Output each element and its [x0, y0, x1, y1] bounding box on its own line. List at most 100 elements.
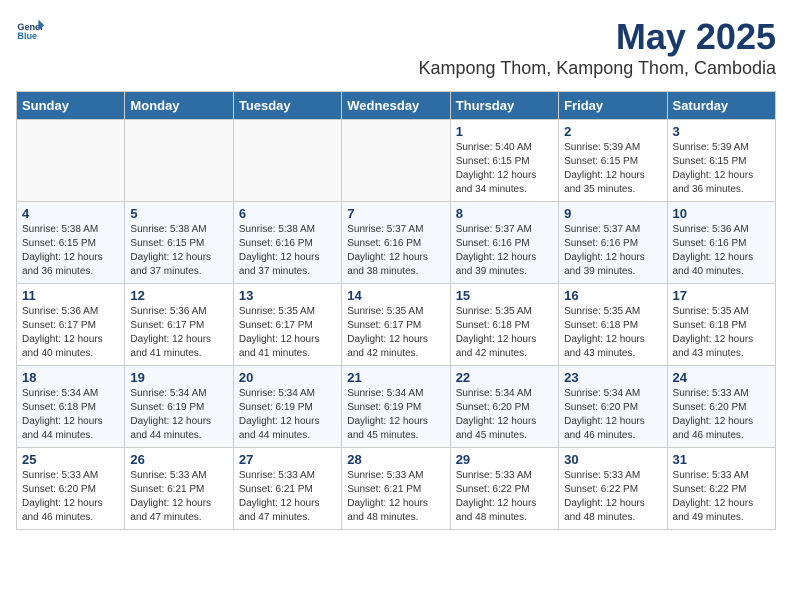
day-number: 9 [564, 206, 661, 221]
day-info: Sunrise: 5:36 AM Sunset: 6:16 PM Dayligh… [673, 223, 770, 279]
table-row: 9 Sunrise: 5:37 AM Sunset: 6:16 PM Daylig… [559, 202, 667, 284]
day-info: Sunrise: 5:35 AM Sunset: 6:18 PM Dayligh… [456, 305, 553, 361]
day-number: 20 [239, 370, 336, 385]
day-info: Sunrise: 5:34 AM Sunset: 6:20 PM Dayligh… [456, 387, 553, 443]
header-sunday: Sunday [17, 92, 125, 120]
calendar-week-row: 25Sunrise: 5:33 AM Sunset: 6:20 PM Dayli… [17, 448, 776, 530]
day-number: 24 [673, 370, 770, 385]
table-row: 1 Sunrise: 5:40 AM Sunset: 6:15 PM Daylig… [450, 120, 558, 202]
table-row: 13 Sunrise: 5:35 AM Sunset: 6:17 PM Dayli… [233, 284, 341, 366]
day-info: Sunrise: 5:35 AM Sunset: 6:17 PM Dayligh… [239, 305, 336, 361]
day-number: 16 [564, 288, 661, 303]
table-row: 22 Sunrise: 5:34 AM Sunset: 6:20 PM Dayli… [450, 366, 558, 448]
day-info: Sunrise: 5:33 AM Sunset: 6:22 PM Dayligh… [673, 469, 770, 525]
day-number: 19 [130, 370, 227, 385]
day-info: Sunrise: 5:34 AM Sunset: 6:20 PM Dayligh… [564, 387, 661, 443]
table-row [233, 120, 341, 202]
day-info: Sunrise: 5:34 AM Sunset: 6:18 PM Dayligh… [22, 387, 119, 443]
day-number: 6 [239, 206, 336, 221]
table-row: 20 Sunrise: 5:34 AM Sunset: 6:19 PM Dayli… [233, 366, 341, 448]
day-number: 11 [22, 288, 119, 303]
page-subtitle: Kampong Thom, Kampong Thom, Cambodia [418, 58, 776, 79]
day-info: Sunrise: 5:34 AM Sunset: 6:19 PM Dayligh… [347, 387, 444, 443]
day-info: Sunrise: 5:33 AM Sunset: 6:20 PM Dayligh… [673, 387, 770, 443]
calendar-week-row: 1 Sunrise: 5:40 AM Sunset: 6:15 PM Daylig… [17, 120, 776, 202]
table-row: 18 Sunrise: 5:34 AM Sunset: 6:18 PM Dayli… [17, 366, 125, 448]
day-number: 22 [456, 370, 553, 385]
day-number: 8 [456, 206, 553, 221]
header-saturday: Saturday [667, 92, 775, 120]
day-info: Sunrise: 5:35 AM Sunset: 6:18 PM Dayligh… [564, 305, 661, 361]
table-row: 12 Sunrise: 5:36 AM Sunset: 6:17 PM Dayli… [125, 284, 233, 366]
day-info: Sunrise: 5:37 AM Sunset: 6:16 PM Dayligh… [456, 223, 553, 279]
table-row: 25Sunrise: 5:33 AM Sunset: 6:20 PM Dayli… [17, 448, 125, 530]
table-row: 16 Sunrise: 5:35 AM Sunset: 6:18 PM Dayli… [559, 284, 667, 366]
day-info: Sunrise: 5:37 AM Sunset: 6:16 PM Dayligh… [564, 223, 661, 279]
day-number: 13 [239, 288, 336, 303]
day-info: Sunrise: 5:35 AM Sunset: 6:18 PM Dayligh… [673, 305, 770, 361]
svg-text:Blue: Blue [17, 31, 37, 41]
table-row: 26Sunrise: 5:33 AM Sunset: 6:21 PM Dayli… [125, 448, 233, 530]
table-row: 6Sunrise: 5:38 AM Sunset: 6:16 PM Daylig… [233, 202, 341, 284]
day-info: Sunrise: 5:37 AM Sunset: 6:16 PM Dayligh… [347, 223, 444, 279]
table-row: 21 Sunrise: 5:34 AM Sunset: 6:19 PM Dayli… [342, 366, 450, 448]
table-row [17, 120, 125, 202]
table-row: 2 Sunrise: 5:39 AM Sunset: 6:15 PM Daylig… [559, 120, 667, 202]
table-row: 27 Sunrise: 5:33 AM Sunset: 6:21 PM Dayli… [233, 448, 341, 530]
table-row: 19 Sunrise: 5:34 AM Sunset: 6:19 PM Dayli… [125, 366, 233, 448]
table-row: 31Sunrise: 5:33 AM Sunset: 6:22 PM Dayli… [667, 448, 775, 530]
header-tuesday: Tuesday [233, 92, 341, 120]
header-friday: Friday [559, 92, 667, 120]
calendar-week-row: 4Sunrise: 5:38 AM Sunset: 6:15 PM Daylig… [17, 202, 776, 284]
calendar-table: Sunday Monday Tuesday Wednesday Thursday… [16, 91, 776, 530]
table-row: 11 Sunrise: 5:36 AM Sunset: 6:17 PM Dayli… [17, 284, 125, 366]
table-row: 15 Sunrise: 5:35 AM Sunset: 6:18 PM Dayli… [450, 284, 558, 366]
day-info: Sunrise: 5:33 AM Sunset: 6:21 PM Dayligh… [130, 469, 227, 525]
day-number: 2 [564, 124, 661, 139]
table-row: 24 Sunrise: 5:33 AM Sunset: 6:20 PM Dayli… [667, 366, 775, 448]
table-row: 30 Sunrise: 5:33 AM Sunset: 6:22 PM Dayli… [559, 448, 667, 530]
day-info: Sunrise: 5:33 AM Sunset: 6:20 PM Dayligh… [22, 469, 119, 525]
header-thursday: Thursday [450, 92, 558, 120]
title-section: May 2025 Kampong Thom, Kampong Thom, Cam… [418, 16, 776, 87]
day-info: Sunrise: 5:34 AM Sunset: 6:19 PM Dayligh… [239, 387, 336, 443]
day-number: 30 [564, 452, 661, 467]
table-row: 17Sunrise: 5:35 AM Sunset: 6:18 PM Dayli… [667, 284, 775, 366]
day-info: Sunrise: 5:33 AM Sunset: 6:22 PM Dayligh… [564, 469, 661, 525]
table-row: 29 Sunrise: 5:33 AM Sunset: 6:22 PM Dayli… [450, 448, 558, 530]
day-info: Sunrise: 5:39 AM Sunset: 6:15 PM Dayligh… [673, 141, 770, 197]
day-number: 14 [347, 288, 444, 303]
day-info: Sunrise: 5:33 AM Sunset: 6:22 PM Dayligh… [456, 469, 553, 525]
header-monday: Monday [125, 92, 233, 120]
day-info: Sunrise: 5:36 AM Sunset: 6:17 PM Dayligh… [130, 305, 227, 361]
day-number: 1 [456, 124, 553, 139]
day-info: Sunrise: 5:40 AM Sunset: 6:15 PM Dayligh… [456, 141, 553, 197]
day-number: 27 [239, 452, 336, 467]
day-number: 12 [130, 288, 227, 303]
day-number: 28 [347, 452, 444, 467]
logo-icon: General Blue [16, 16, 44, 44]
day-number: 3 [673, 124, 770, 139]
day-info: Sunrise: 5:33 AM Sunset: 6:21 PM Dayligh… [239, 469, 336, 525]
table-row: 28 Sunrise: 5:33 AM Sunset: 6:21 PM Dayli… [342, 448, 450, 530]
day-info: Sunrise: 5:36 AM Sunset: 6:17 PM Dayligh… [22, 305, 119, 361]
page-title: May 2025 [418, 16, 776, 58]
day-number: 5 [130, 206, 227, 221]
day-number: 15 [456, 288, 553, 303]
day-info: Sunrise: 5:33 AM Sunset: 6:21 PM Dayligh… [347, 469, 444, 525]
table-row: 3 Sunrise: 5:39 AM Sunset: 6:15 PM Daylig… [667, 120, 775, 202]
table-row: 8 Sunrise: 5:37 AM Sunset: 6:16 PM Daylig… [450, 202, 558, 284]
day-number: 21 [347, 370, 444, 385]
day-info: Sunrise: 5:38 AM Sunset: 6:15 PM Dayligh… [22, 223, 119, 279]
header-wednesday: Wednesday [342, 92, 450, 120]
day-info: Sunrise: 5:39 AM Sunset: 6:15 PM Dayligh… [564, 141, 661, 197]
day-number: 29 [456, 452, 553, 467]
day-number: 23 [564, 370, 661, 385]
logo: General Blue [16, 16, 48, 44]
day-number: 18 [22, 370, 119, 385]
day-number: 7 [347, 206, 444, 221]
calendar-header-row: Sunday Monday Tuesday Wednesday Thursday… [17, 92, 776, 120]
day-info: Sunrise: 5:34 AM Sunset: 6:19 PM Dayligh… [130, 387, 227, 443]
day-info: Sunrise: 5:38 AM Sunset: 6:15 PM Dayligh… [130, 223, 227, 279]
table-row [342, 120, 450, 202]
